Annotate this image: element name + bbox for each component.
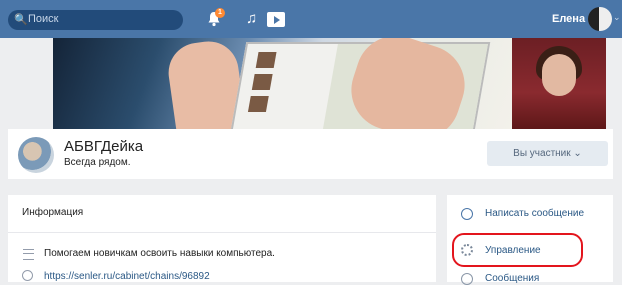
chevron-down-icon[interactable]: ⌄ — [613, 12, 621, 23]
cover-tablet-row — [247, 96, 269, 112]
search-input[interactable]: 🔍 Поиск — [8, 10, 183, 30]
video-icon[interactable] — [267, 12, 285, 27]
group-header: АБВГДейка Всегда рядом. Вы участник ⌄ — [8, 129, 613, 179]
messages-button[interactable]: Сообщения — [485, 273, 539, 284]
cover-tablet-row — [251, 74, 273, 90]
messages-icon — [461, 273, 473, 285]
music-icon[interactable]: ♫ — [246, 11, 257, 27]
info-title: Информация — [22, 207, 84, 218]
write-message-button[interactable]: Написать сообщение — [485, 208, 584, 219]
search-icon: 🔍 — [14, 14, 28, 26]
message-bubble-icon — [461, 208, 473, 220]
group-status: Всегда рядом. — [64, 157, 131, 168]
group-avatar[interactable] — [18, 137, 54, 173]
cover-portrait — [512, 38, 606, 129]
globe-icon — [22, 270, 33, 281]
group-name: АБВГДейка — [64, 138, 144, 155]
cover-image — [53, 38, 512, 129]
portrait-face — [542, 54, 576, 96]
description-icon — [23, 249, 34, 260]
group-description: Помогаем новичкам освоить навыки компьют… — [44, 248, 275, 259]
user-avatar[interactable] — [588, 7, 612, 31]
user-name[interactable]: Елена — [552, 13, 585, 25]
top-bar: 🔍 Поиск 1 ♫ Елена ⌄ — [0, 0, 622, 38]
highlight-annotation — [452, 233, 583, 267]
cover-tablet-row — [255, 52, 277, 68]
notification-badge: 1 — [215, 8, 225, 18]
website-link[interactable]: https://senler.ru/cabinet/chains/96892 — [44, 271, 210, 282]
member-button[interactable]: Вы участник ⌄ — [487, 141, 608, 166]
info-card: Информация Помогаем новичкам освоить нав… — [8, 195, 436, 282]
divider — [8, 232, 436, 233]
search-placeholder: Поиск — [28, 13, 59, 25]
